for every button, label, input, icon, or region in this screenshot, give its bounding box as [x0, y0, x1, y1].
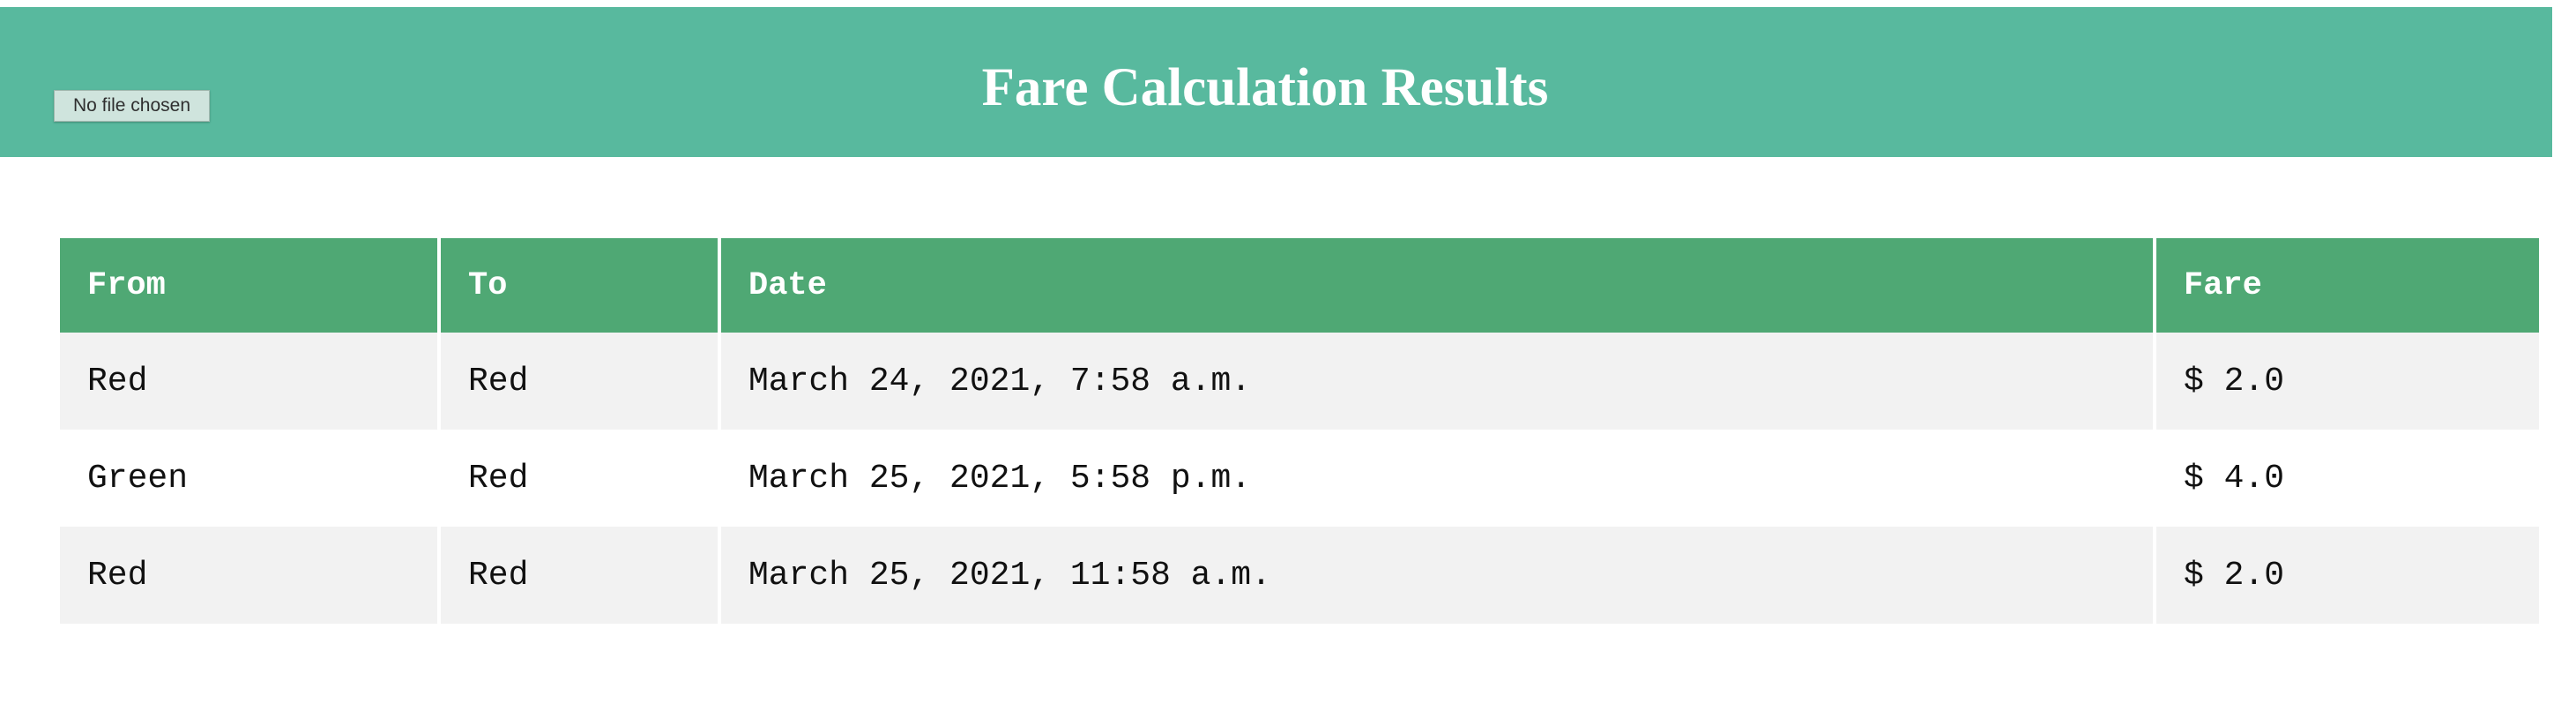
- cell-from: Red: [60, 333, 441, 430]
- cell-fare: $ 4.0: [2153, 430, 2539, 527]
- cell-from: Red: [60, 527, 441, 624]
- column-header-fare: Fare: [2153, 238, 2539, 333]
- column-header-to: To: [437, 238, 721, 333]
- cell-date: March 25, 2021, 5:58 p.m.: [718, 430, 2156, 527]
- table-row: Red Red March 24, 2021, 7:58 a.m. $ 2.0: [60, 333, 2539, 430]
- cell-to: Red: [437, 527, 721, 624]
- cell-to: Red: [437, 430, 721, 527]
- cell-from: Green: [60, 430, 441, 527]
- column-header-from: From: [60, 238, 441, 333]
- cell-fare: $ 2.0: [2153, 333, 2539, 430]
- cell-date: March 24, 2021, 7:58 a.m.: [718, 333, 2156, 430]
- cell-to: Red: [437, 333, 721, 430]
- column-header-date: Date: [718, 238, 2156, 333]
- cell-fare: $ 2.0: [2153, 527, 2539, 624]
- table-header-row: From To Date Fare: [60, 238, 2539, 333]
- page-title: Fare Calculation Results: [981, 58, 1549, 117]
- cell-date: March 25, 2021, 11:58 a.m.: [718, 527, 2156, 624]
- fare-results-table: From To Date Fare Red Red March 24, 2021…: [60, 238, 2539, 624]
- page-header: No file chosen Fare Calculation Results: [0, 7, 2552, 157]
- table-row: Green Red March 25, 2021, 5:58 p.m. $ 4.…: [60, 430, 2539, 527]
- table-row: Red Red March 25, 2021, 11:58 a.m. $ 2.0: [60, 527, 2539, 624]
